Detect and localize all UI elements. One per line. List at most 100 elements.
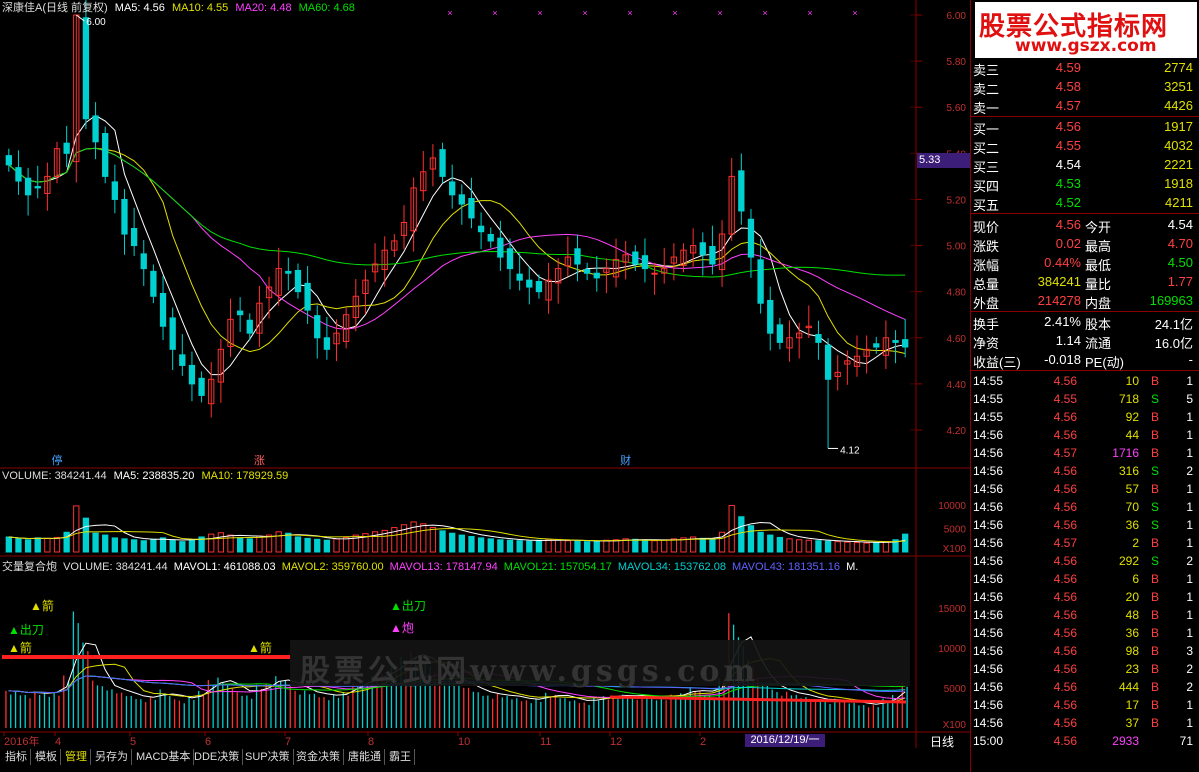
tab-6[interactable]: SUP决策 <box>242 749 294 765</box>
volume-bar <box>661 539 668 553</box>
stat-row[interactable]: 涨跌 0.02 最高 4.70 <box>971 235 1197 254</box>
volume-bar <box>294 536 302 553</box>
volume-header: VOLUME: 384241.44 MA5: 238835.20 MA10: 1… <box>2 470 288 482</box>
stat-row[interactable]: 总量 384241 量比 1.77 <box>971 273 1197 292</box>
bid-row[interactable]: 买三 4.54 2221 <box>971 156 1197 175</box>
tick-row: 14:55 4.56 10 B 1 <box>973 374 1193 388</box>
volume-bar <box>497 539 504 553</box>
volume-tick-label: 5000 <box>944 525 967 536</box>
candle-body <box>82 17 90 120</box>
bid-row[interactable]: 买二 4.55 4032 <box>971 137 1197 156</box>
logo-url: www.gszx.com <box>1015 36 1157 56</box>
ask-row[interactable]: 卖一 4.57 4426 <box>971 97 1197 116</box>
stat2-row[interactable]: 换手 2.41% 股本 24.1亿 <box>971 313 1197 332</box>
event-marker: 停 <box>52 453 63 467</box>
tab-3[interactable]: 另存为 <box>92 749 132 765</box>
volume-bar <box>699 537 706 553</box>
candle-body <box>285 270 292 274</box>
price-tick-label: 5.60 <box>947 103 967 114</box>
candle-body <box>150 270 157 297</box>
candle-body <box>314 315 321 339</box>
candle-body <box>516 273 523 281</box>
price-tick-label: 4.40 <box>947 380 967 391</box>
bid-row[interactable]: 买四 4.53 1918 <box>971 175 1197 194</box>
kline-chart[interactable]: 6.00 4.12 停 涨 财 × × × × × × × × × × 10000 5000 X100 1500… <box>0 0 970 748</box>
volume-bar <box>130 539 138 553</box>
candle-body <box>169 317 176 350</box>
candle-body <box>526 279 533 288</box>
signal-label: ▲箭 <box>8 640 32 655</box>
volume-bar <box>873 542 880 553</box>
volume-bar <box>208 533 215 553</box>
chart-area[interactable]: 6.00 4.12 停 涨 财 × × × × × × × × × × 10000 5000 X100 1500… <box>0 0 971 750</box>
watermark-text: 股票公式网www.gsgs.com <box>300 654 760 689</box>
top-x-marker: × <box>672 8 677 18</box>
stat-row[interactable]: 现价 4.56 今开 4.54 <box>971 216 1197 235</box>
candle-body <box>294 269 302 293</box>
current-price-tag: 5.33 <box>917 153 971 168</box>
tick-row: 14:56 4.56 17 B 1 <box>973 698 1193 712</box>
candle-body <box>747 218 755 258</box>
tab-1[interactable]: 模板 <box>32 749 61 765</box>
tab-9[interactable]: 霸王 <box>386 749 415 765</box>
volume-bar <box>102 534 109 553</box>
signal-label: ▲出刀 <box>390 599 426 613</box>
volume-bar <box>545 538 552 553</box>
volume-tick-label: X100 <box>943 544 967 555</box>
x-axis-label: 8 <box>368 736 374 748</box>
bid-row[interactable]: 买五 4.52 4211 <box>971 194 1197 213</box>
volume-bar <box>449 532 456 553</box>
volume-bar <box>815 540 822 553</box>
more-label: M. <box>846 561 859 573</box>
volume-bar <box>159 537 167 553</box>
vol-ma10-label: MA10: 178929.59 <box>201 470 289 482</box>
volume-bar <box>53 536 61 553</box>
x-axis-label: 10 <box>458 736 470 748</box>
x-axis-label: 2016年 <box>4 734 39 748</box>
tick-row: 14:56 4.56 444 B 2 <box>973 680 1193 694</box>
tab-7[interactable]: 资金决策 <box>293 749 344 765</box>
volume-bar <box>535 539 543 553</box>
volume-bar <box>333 538 340 553</box>
price-tick-label: 5.80 <box>947 57 967 68</box>
stat2-row[interactable]: 收益(三) -0.018 PE(动) - <box>971 351 1197 370</box>
candle-body <box>497 237 504 258</box>
candle-body <box>323 337 331 350</box>
mavol13-label: MAVOL13: 178147.94 <box>389 561 498 573</box>
tab-4[interactable]: MACD基本 <box>133 749 195 765</box>
volume-tick-label: 10000 <box>938 501 966 512</box>
period-label[interactable]: 日线 <box>930 733 954 750</box>
ma20-label: MA20: 4.48 <box>235 2 292 14</box>
stock-title: 深康佳A(日线 前复权) <box>2 2 108 14</box>
volume-bar <box>323 539 331 553</box>
mavol34-label: MAVOL34: 153762.08 <box>617 561 726 573</box>
tab-5[interactable]: DDE决策 <box>191 749 244 765</box>
bid-row[interactable]: 买一 4.56 1917 <box>971 118 1197 137</box>
event-marker: 财 <box>620 453 631 467</box>
stat-row[interactable]: 涨幅 0.44% 最低 4.50 <box>971 254 1197 273</box>
tab-2[interactable]: 管理 <box>62 749 91 765</box>
volume-bar <box>285 532 292 553</box>
tick-row: 14:56 4.56 20 B 1 <box>973 590 1193 604</box>
volume-bar <box>612 539 620 553</box>
tab-8[interactable]: 唐能通 <box>345 749 385 765</box>
indicator-tick-label: 10000 <box>938 644 966 655</box>
bottom-tabs: 指标 模板 管理 另存为 MACD基本 DDE决策 SUP决策 资金决策 唐能通 霸王 <box>0 749 970 765</box>
candle-body <box>63 142 70 154</box>
volume-bar <box>853 542 861 553</box>
tab-0[interactable]: 指标 <box>2 749 31 765</box>
volume-bar <box>420 523 427 553</box>
x-axis-label: 7 <box>285 736 291 748</box>
indicator-name[interactable]: 交量复合炮 <box>2 561 57 573</box>
event-marker: 涨 <box>254 454 265 467</box>
stat2-row[interactable]: 净资 1.14 流通 16.0亿 <box>971 332 1197 351</box>
volume-bar <box>5 536 12 553</box>
ask-row[interactable]: 卖二 4.58 3251 <box>971 78 1197 97</box>
candle-body <box>699 242 706 256</box>
ask-row[interactable]: 卖三 4.59 2774 <box>971 59 1197 78</box>
top-x-marker: × <box>807 8 812 18</box>
candle-body <box>92 115 99 143</box>
stat-row[interactable]: 外盘 214278 内盘 169963 <box>971 292 1197 311</box>
volume-bar <box>179 541 186 553</box>
top-x-marker: × <box>582 8 587 18</box>
